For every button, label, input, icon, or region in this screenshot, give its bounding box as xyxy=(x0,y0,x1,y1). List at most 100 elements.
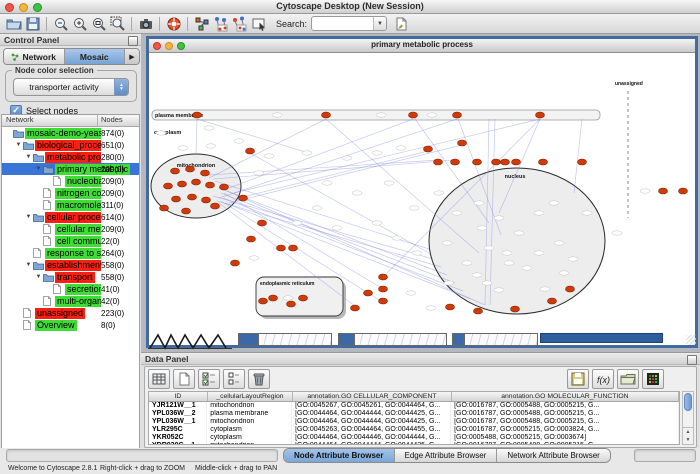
graph-node[interactable] xyxy=(269,295,278,301)
graph-node[interactable] xyxy=(172,196,181,202)
help-button[interactable] xyxy=(164,15,183,33)
table-row[interactable]: YLR295Ccytoplasm[GO:0045263, GO:0044464,… xyxy=(149,426,679,434)
graph-node[interactable] xyxy=(202,197,211,203)
background-window-strip[interactable] xyxy=(452,333,464,346)
new-attribute-button[interactable] xyxy=(173,369,195,389)
graph-node[interactable] xyxy=(299,295,308,301)
zoom-fit-button[interactable] xyxy=(89,15,108,33)
tree-expand-arrow-icon[interactable]: ▼ xyxy=(24,214,33,220)
graph-node[interactable] xyxy=(424,146,433,152)
graph-node[interactable] xyxy=(379,286,388,292)
graph-node[interactable] xyxy=(322,112,331,118)
graph-node[interactable] xyxy=(434,159,443,165)
graph-node[interactable] xyxy=(446,304,455,310)
snapshot-button[interactable] xyxy=(136,15,155,33)
tab-mosaic[interactable]: Mosaic xyxy=(65,49,126,64)
background-window-strip[interactable] xyxy=(238,333,258,346)
float-data-panel-icon[interactable] xyxy=(687,355,697,365)
table-row[interactable]: YJR121W__1mitochondrion[GO:0045267, GO:0… xyxy=(149,402,679,410)
tree-column-nodes[interactable]: Nodes xyxy=(97,115,139,126)
tree-row[interactable]: ▼primary metabolic209(0) xyxy=(2,163,139,175)
graph-node[interactable] xyxy=(409,112,418,118)
tab-edge-attribute-browser[interactable]: Edge Attribute Browser xyxy=(395,449,498,462)
search-dropdown-arrow-icon[interactable]: ▼ xyxy=(373,17,386,30)
tree-expand-arrow-icon[interactable]: ▼ xyxy=(34,166,43,172)
background-window-strip[interactable] xyxy=(540,333,663,343)
tree-column-network[interactable]: Network xyxy=(2,115,97,126)
graph-node[interactable] xyxy=(160,205,169,211)
table-column-header[interactable]: annotation.GO CELLULAR_COMPONENT xyxy=(293,392,452,401)
more-tabs-arrow-icon[interactable]: ▶ xyxy=(125,49,139,64)
tree-row[interactable]: ▼establishment of lo558(0) xyxy=(2,259,139,271)
graph-node[interactable] xyxy=(548,298,557,304)
graph-node[interactable] xyxy=(246,148,255,154)
zoom-in-button[interactable] xyxy=(70,15,89,33)
layout-apply-alt-button[interactable] xyxy=(230,15,249,33)
graph-node[interactable] xyxy=(186,166,195,172)
table-row[interactable]: YPL036W__2plasma membrane[GO:0044464, GO… xyxy=(149,410,679,418)
zoom-out-button[interactable] xyxy=(51,15,70,33)
tree-row[interactable]: ▼transport558(0) xyxy=(2,271,139,283)
tree-row[interactable]: Overview8(0) xyxy=(2,319,139,331)
attribute-table-button[interactable] xyxy=(148,369,170,389)
graph-node[interactable] xyxy=(458,140,467,146)
scrollbar-arrows[interactable]: ▲▼ xyxy=(683,427,693,444)
resize-grip-icon[interactable] xyxy=(686,335,696,345)
graph-node[interactable] xyxy=(536,112,545,118)
graph-node[interactable] xyxy=(451,159,460,165)
graph-node[interactable] xyxy=(231,260,240,266)
table-row[interactable]: YPL036W__1mitochondrion[GO:0044464, GO:0… xyxy=(149,418,679,426)
table-scrollbar[interactable]: ▲▼ xyxy=(682,391,694,445)
table-column-header[interactable]: _cellularLayoutRegion xyxy=(208,392,293,401)
table-row[interactable]: YDR039C__1mitochondrion[GO:0044464, GO:0… xyxy=(149,442,679,445)
tree-row[interactable]: ▼cellular process614(0) xyxy=(2,211,139,223)
graph-node[interactable] xyxy=(182,208,191,214)
graph-node[interactable] xyxy=(201,170,210,176)
graph-node[interactable] xyxy=(206,182,215,188)
graph-node[interactable] xyxy=(239,195,248,201)
tree-row[interactable]: secretion41(0) xyxy=(2,283,139,295)
graph-node[interactable] xyxy=(211,203,220,209)
graph-node[interactable] xyxy=(220,184,229,190)
open-session-button[interactable] xyxy=(4,15,23,33)
background-window-strip[interactable] xyxy=(464,333,538,346)
graph-node[interactable] xyxy=(364,290,373,296)
graph-node[interactable] xyxy=(492,159,501,165)
tree-row[interactable]: cellular metabol209(0) xyxy=(2,223,139,235)
table-column-header[interactable]: ID xyxy=(149,392,208,401)
save-session-button[interactable] xyxy=(23,15,42,33)
tree-row[interactable]: macromolecule311(0) xyxy=(2,199,139,211)
tree-row[interactable]: nitrogen compou209(0) xyxy=(2,187,139,199)
graph-node[interactable] xyxy=(277,245,286,251)
tree-row[interactable]: nucleobase-cont209(0) xyxy=(2,175,139,187)
graph-node[interactable] xyxy=(501,159,510,165)
graph-node[interactable] xyxy=(178,181,187,187)
tree-row[interactable]: mosaic-demo-yeast874(0) xyxy=(2,127,139,139)
search-input[interactable] xyxy=(312,18,373,29)
tab-network-attribute-browser[interactable]: Network Attribute Browser xyxy=(497,449,609,462)
graph-node[interactable] xyxy=(379,298,388,304)
graph-node[interactable] xyxy=(351,305,360,311)
graph-node[interactable] xyxy=(259,298,268,304)
graph-node[interactable] xyxy=(164,183,173,189)
table-row[interactable]: YKR052Ccytoplasm[GO:0044464, GO:0044446,… xyxy=(149,434,679,442)
graph-node[interactable] xyxy=(188,194,197,200)
tree-row[interactable]: unassigned223(0) xyxy=(2,307,139,319)
tree-expand-arrow-icon[interactable]: ▼ xyxy=(34,274,43,280)
delete-attribute-button[interactable] xyxy=(248,369,270,389)
tab-network[interactable]: Network xyxy=(4,49,65,64)
graph-node[interactable] xyxy=(171,168,180,174)
zoom-selected-button[interactable] xyxy=(108,15,127,33)
node-color-dropdown[interactable]: transporter activity ▲▼ xyxy=(13,78,129,96)
graph-node[interactable] xyxy=(453,112,462,118)
save-table-button[interactable] xyxy=(567,369,589,389)
tree-row[interactable]: cell communicati22(0) xyxy=(2,235,139,247)
graph-node[interactable] xyxy=(679,188,688,194)
layout-apply-button[interactable] xyxy=(211,15,230,33)
graph-node[interactable] xyxy=(474,308,483,314)
tab-node-attribute-browser[interactable]: Node Attribute Browser xyxy=(284,449,395,462)
graph-node[interactable] xyxy=(659,188,668,194)
tree-row[interactable]: ▼biological_process651(0) xyxy=(2,139,139,151)
graph-node[interactable] xyxy=(258,220,267,226)
graph-node[interactable] xyxy=(192,179,201,185)
